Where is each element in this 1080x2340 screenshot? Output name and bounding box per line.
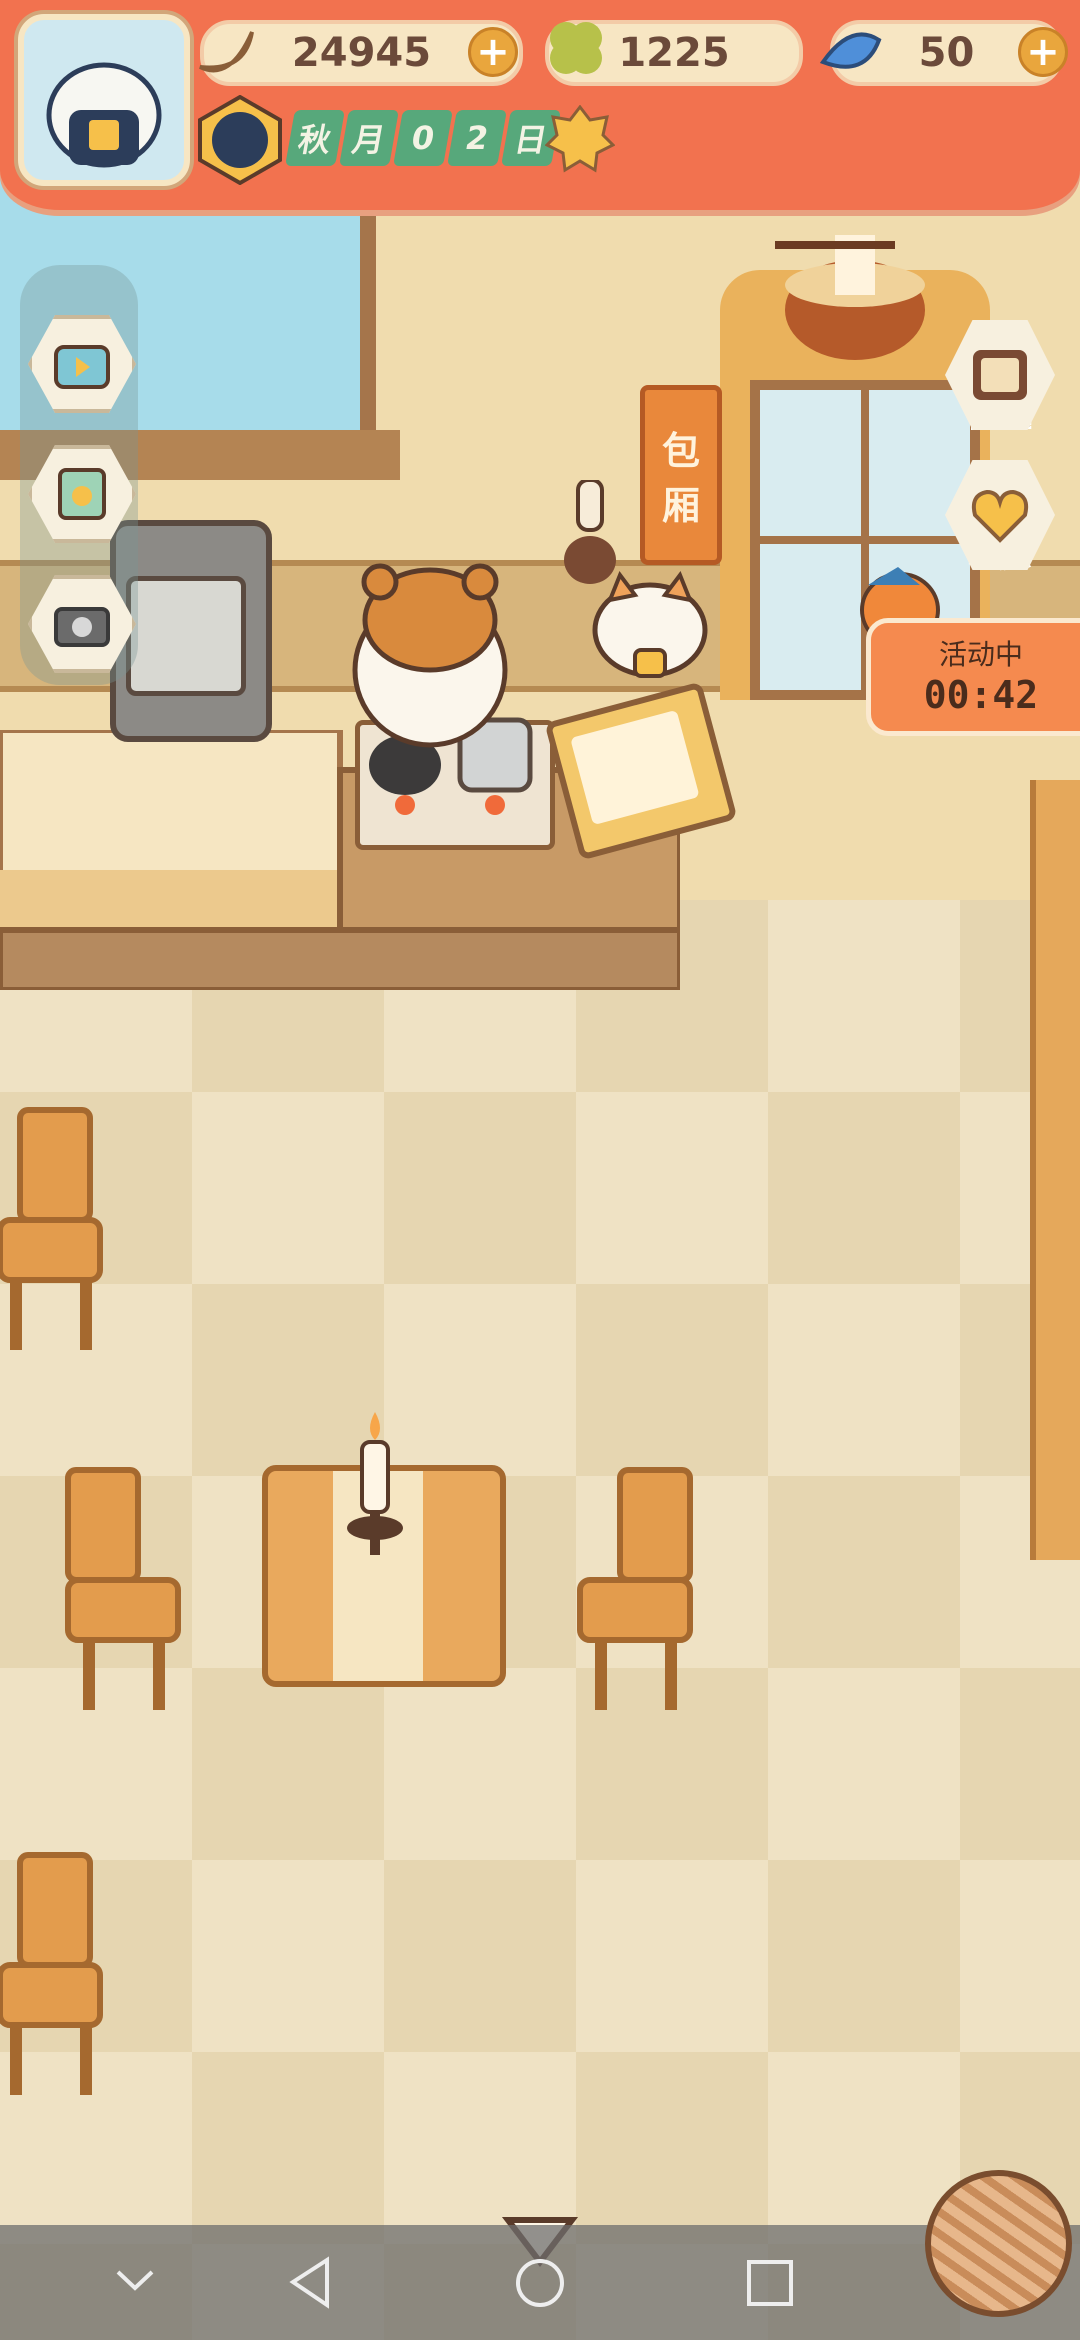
candle	[347, 1412, 403, 1555]
date-season: 秋	[285, 110, 345, 166]
player-avatar[interactable]	[18, 14, 190, 186]
chair[interactable]	[570, 1460, 710, 1720]
cat-avatar-icon	[46, 62, 162, 168]
tv-icon	[54, 344, 110, 389]
chair[interactable]	[48, 1460, 188, 1720]
booth-sign-char-1: 包	[661, 429, 700, 473]
home-icon[interactable]	[512, 2255, 568, 2311]
date-month: 月	[339, 110, 399, 166]
clover-icon	[550, 22, 602, 74]
gem-count: 50	[918, 30, 975, 76]
activity-timer[interactable]: 活动中 00:42	[866, 618, 1080, 736]
chair[interactable]	[0, 1845, 110, 2105]
chevron-down-icon[interactable]	[110, 2260, 160, 2300]
clover-count: 1225	[618, 30, 730, 76]
date-day-ones: 2	[447, 110, 507, 166]
chair[interactable]	[0, 1100, 110, 1360]
oil-lamp	[564, 480, 616, 584]
activity-label: 活动中	[938, 638, 1023, 671]
game-date: 秋 月 0 2 日	[285, 110, 561, 190]
banana-icon	[199, 31, 254, 73]
chef-cat[interactable]	[345, 560, 515, 750]
booth-sign[interactable]: 包 厢	[640, 385, 722, 565]
sun-icon	[545, 105, 615, 173]
goto-button[interactable]: 前往	[940, 320, 1060, 434]
activity-countdown: 00:42	[923, 673, 1039, 717]
camera-icon	[54, 607, 110, 647]
back-icon[interactable]	[285, 2255, 335, 2310]
yarn-ball-menu-button[interactable]	[925, 2170, 1072, 2317]
blue-fish-icon	[819, 32, 882, 69]
signboard-icon	[973, 350, 1027, 400]
wish-button[interactable]: 心愿	[940, 460, 1060, 574]
add-gems-button[interactable]: +	[1018, 27, 1068, 77]
system-nav-bar	[0, 2225, 1080, 2340]
banana-count: 24945	[291, 30, 432, 76]
vending-icon	[58, 468, 106, 520]
noodle-bowl-sign	[775, 235, 925, 360]
moon-icon	[198, 95, 282, 185]
booth-sign-char-2: 厢	[661, 484, 700, 528]
right-wall-panel	[1030, 780, 1080, 1560]
date-day-tens: 0	[393, 110, 453, 166]
recents-icon[interactable]	[745, 2258, 795, 2308]
add-bananas-button[interactable]: +	[468, 27, 518, 77]
heart-book-icon	[971, 489, 1029, 543]
